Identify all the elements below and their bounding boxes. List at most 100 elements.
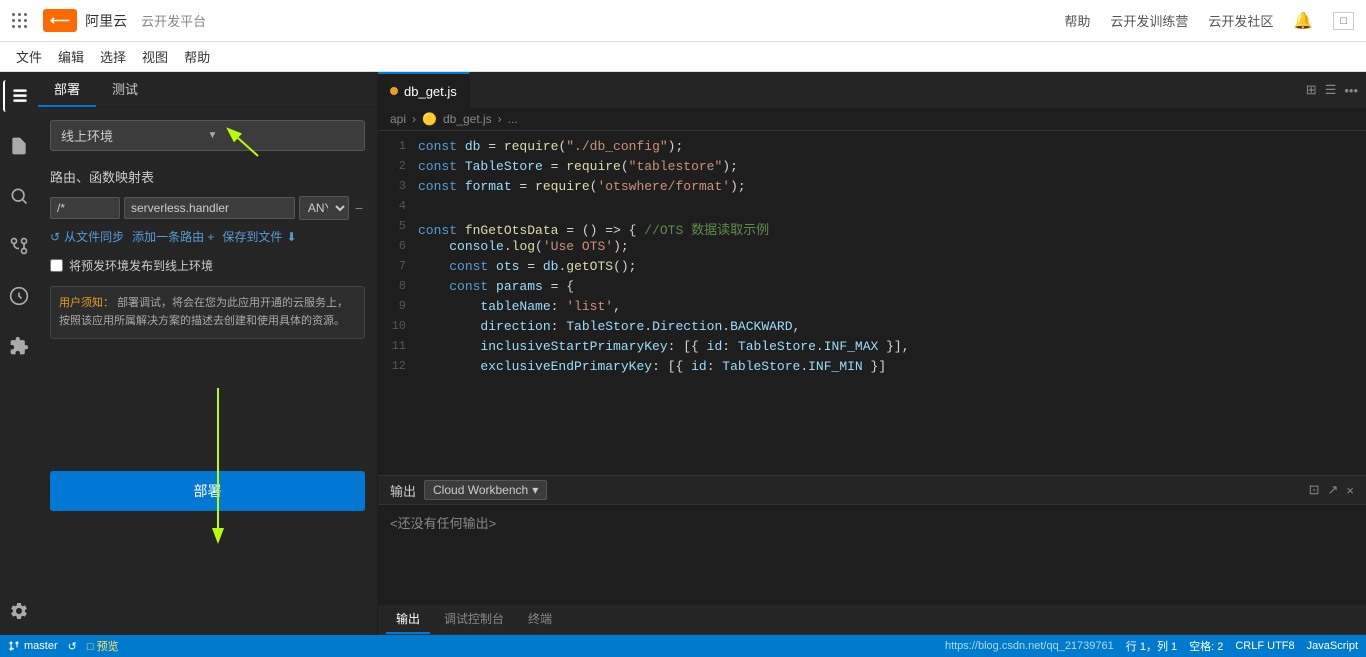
- route-path-input[interactable]: [50, 197, 120, 219]
- encoding-info: CRLF UTF8: [1235, 640, 1294, 652]
- save-label: 保存到文件: [222, 228, 282, 245]
- sidebar-content: 线上环境 ▼ 路由、函数映射表 ANY GET POST − ↺: [38, 108, 377, 635]
- tab-filename: db_get.js: [404, 84, 457, 99]
- code-line-9: 9 tableName: 'list',: [378, 299, 1366, 319]
- activity-files-icon[interactable]: [3, 130, 35, 162]
- output-content: <还没有任何输出>: [378, 505, 1366, 605]
- sync-label: 从文件同步: [64, 228, 124, 245]
- add-route-label: 添加一条路由 +: [132, 228, 214, 245]
- tab-output[interactable]: 输出: [386, 605, 430, 634]
- editor-tab-bar: db_get.js ⊞ ☰ •••: [378, 72, 1366, 108]
- csdn-link[interactable]: https://blog.csdn.net/qq_21739761: [945, 640, 1114, 652]
- activity-settings-icon[interactable]: [3, 595, 35, 627]
- section-title: 路由、函数映射表: [50, 167, 365, 186]
- deploy-btn[interactable]: 部署: [50, 471, 365, 511]
- notice-title: 用户须知：: [59, 297, 114, 309]
- preview-label: 预览: [97, 641, 119, 653]
- code-line-1: 1 const db = require("./db_config");: [378, 139, 1366, 159]
- tab-deploy[interactable]: 部署: [38, 72, 96, 107]
- save-to-file-btn[interactable]: 保存到文件 ⬇: [222, 228, 296, 245]
- output-expand-icon[interactable]: ↗: [1328, 482, 1339, 498]
- git-branch-name: master: [24, 640, 58, 652]
- breadcrumb-sep1: ›: [412, 112, 416, 126]
- menu-bar: 文件 编辑 选择 视图 帮助: [0, 42, 1366, 72]
- top-nav: ⟵ 阿里云 云开发平台 帮助 云开发训练营 云开发社区 🔔 □: [0, 0, 1366, 42]
- sidebar-tabs: 部署 测试: [38, 72, 377, 108]
- route-delete-icon[interactable]: −: [353, 200, 365, 216]
- grid-icon: [12, 13, 27, 28]
- spacer: [50, 351, 365, 471]
- code-line-7: 7 const ots = db.getOTS();: [378, 259, 1366, 279]
- output-empty-text: <还没有任何输出>: [390, 516, 496, 531]
- training-link[interactable]: 云开发训练营: [1110, 11, 1188, 30]
- save-icon: ⬇: [286, 230, 296, 244]
- activity-git-icon[interactable]: [3, 230, 35, 262]
- checkbox-row: 将预发环境发布到线上环境: [50, 257, 365, 274]
- route-handler-input[interactable]: [124, 197, 295, 219]
- code-line-6: 6 console.log('Use OTS');: [378, 239, 1366, 259]
- split-editor-icon[interactable]: ⊞: [1306, 82, 1317, 98]
- publish-label: 将预发环境发布到线上环境: [69, 257, 213, 274]
- code-line-2: 2 const TableStore = require("tablestore…: [378, 159, 1366, 179]
- help-link[interactable]: 帮助: [1064, 11, 1090, 30]
- output-close-icon[interactable]: ×: [1346, 483, 1354, 498]
- menu-file[interactable]: 文件: [8, 42, 50, 71]
- breadcrumb-api[interactable]: api: [390, 112, 406, 126]
- top-nav-right: 帮助 云开发训练营 云开发社区 🔔 □: [1064, 11, 1354, 31]
- language-info[interactable]: JavaScript: [1307, 640, 1358, 652]
- window-control[interactable]: □: [1333, 12, 1354, 30]
- menu-edit[interactable]: 编辑: [50, 42, 92, 71]
- output-source-select[interactable]: Cloud Workbench ▾: [424, 480, 547, 500]
- add-route-btn[interactable]: 添加一条路由 +: [132, 228, 214, 245]
- logo-text: 阿里云: [85, 11, 127, 31]
- git-sync-icon[interactable]: ↺: [68, 640, 77, 653]
- status-bar-right: https://blog.csdn.net/qq_21739761 行 1，列 …: [945, 638, 1358, 654]
- activity-search-icon[interactable]: [3, 180, 35, 212]
- sync-from-file-btn[interactable]: ↺ 从文件同步: [50, 228, 124, 245]
- editor-tab-db-get[interactable]: db_get.js: [378, 72, 470, 108]
- notification-bell-icon[interactable]: 🔔: [1293, 11, 1313, 31]
- menu-help[interactable]: 帮助: [176, 42, 218, 71]
- action-row: ↺ 从文件同步 添加一条路由 + 保存到文件 ⬇: [50, 228, 365, 245]
- breadcrumb: api › 🟡 db_get.js › ...: [378, 108, 1366, 131]
- code-line-12: 12 exclusiveEndPrimaryKey: [{ id: TableS…: [378, 359, 1366, 379]
- layout-icon[interactable]: ☰: [1325, 82, 1337, 98]
- menu-view[interactable]: 视图: [134, 42, 176, 71]
- breadcrumb-filename[interactable]: db_get.js: [443, 112, 492, 126]
- route-method-select[interactable]: ANY GET POST: [299, 196, 349, 220]
- output-chevron-icon: ▾: [532, 483, 538, 497]
- output-actions: ⊡ ↗ ×: [1309, 482, 1354, 498]
- code-line-3: 3 const format = require('otswhere/forma…: [378, 179, 1366, 199]
- git-branch[interactable]: master: [8, 640, 58, 652]
- output-workbench-label: Cloud Workbench: [433, 483, 528, 497]
- more-options-icon[interactable]: •••: [1344, 83, 1358, 98]
- platform-name: 云开发平台: [141, 11, 206, 30]
- code-line-8: 8 const params = {: [378, 279, 1366, 299]
- menu-select[interactable]: 选择: [92, 42, 134, 71]
- env-select[interactable]: 线上环境 ▼: [50, 120, 365, 151]
- community-link[interactable]: 云开发社区: [1208, 11, 1273, 30]
- publish-checkbox[interactable]: [50, 259, 63, 272]
- sync-icon: ↺: [50, 230, 60, 244]
- output-clear-icon[interactable]: ⊡: [1309, 482, 1320, 498]
- preview-link[interactable]: □ 预览: [87, 638, 119, 654]
- activity-deploy-icon[interactable]: [3, 80, 35, 112]
- notice-box: 用户须知： 部署调试，将会在您为此应用开通的云服务上，按照该应用所属解决方案的描…: [50, 286, 365, 339]
- code-editor[interactable]: 1 const db = require("./db_config"); 2 c…: [378, 131, 1366, 475]
- output-header: 输出 Cloud Workbench ▾ ⊡ ↗ ×: [378, 476, 1366, 505]
- breadcrumb-sep2: ›: [498, 112, 502, 126]
- activity-debug-icon[interactable]: [3, 280, 35, 312]
- tab-modified-dot: [390, 87, 398, 95]
- tab-terminal[interactable]: 终端: [518, 605, 562, 634]
- tab-debug-console[interactable]: 调试控制台: [434, 605, 514, 634]
- tab-test[interactable]: 测试: [96, 72, 154, 107]
- code-line-10: 10 direction: TableStore.Direction.BACKW…: [378, 319, 1366, 339]
- cursor-position: 行 1，列 1: [1126, 638, 1177, 654]
- status-bar-left: master ↺ □ 预览: [8, 638, 119, 654]
- activity-extensions-icon[interactable]: [3, 330, 35, 362]
- breadcrumb-more[interactable]: ...: [508, 112, 518, 126]
- output-label: 输出: [390, 481, 416, 500]
- main-layout: 部署 测试 线上环境 ▼ 路由、函数映射表 ANY GET POST −: [0, 72, 1366, 635]
- status-bar: master ↺ □ 预览 https://blog.csdn.net/qq_2…: [0, 635, 1366, 657]
- logo-area: ⟵ 阿里云 云开发平台: [12, 9, 206, 32]
